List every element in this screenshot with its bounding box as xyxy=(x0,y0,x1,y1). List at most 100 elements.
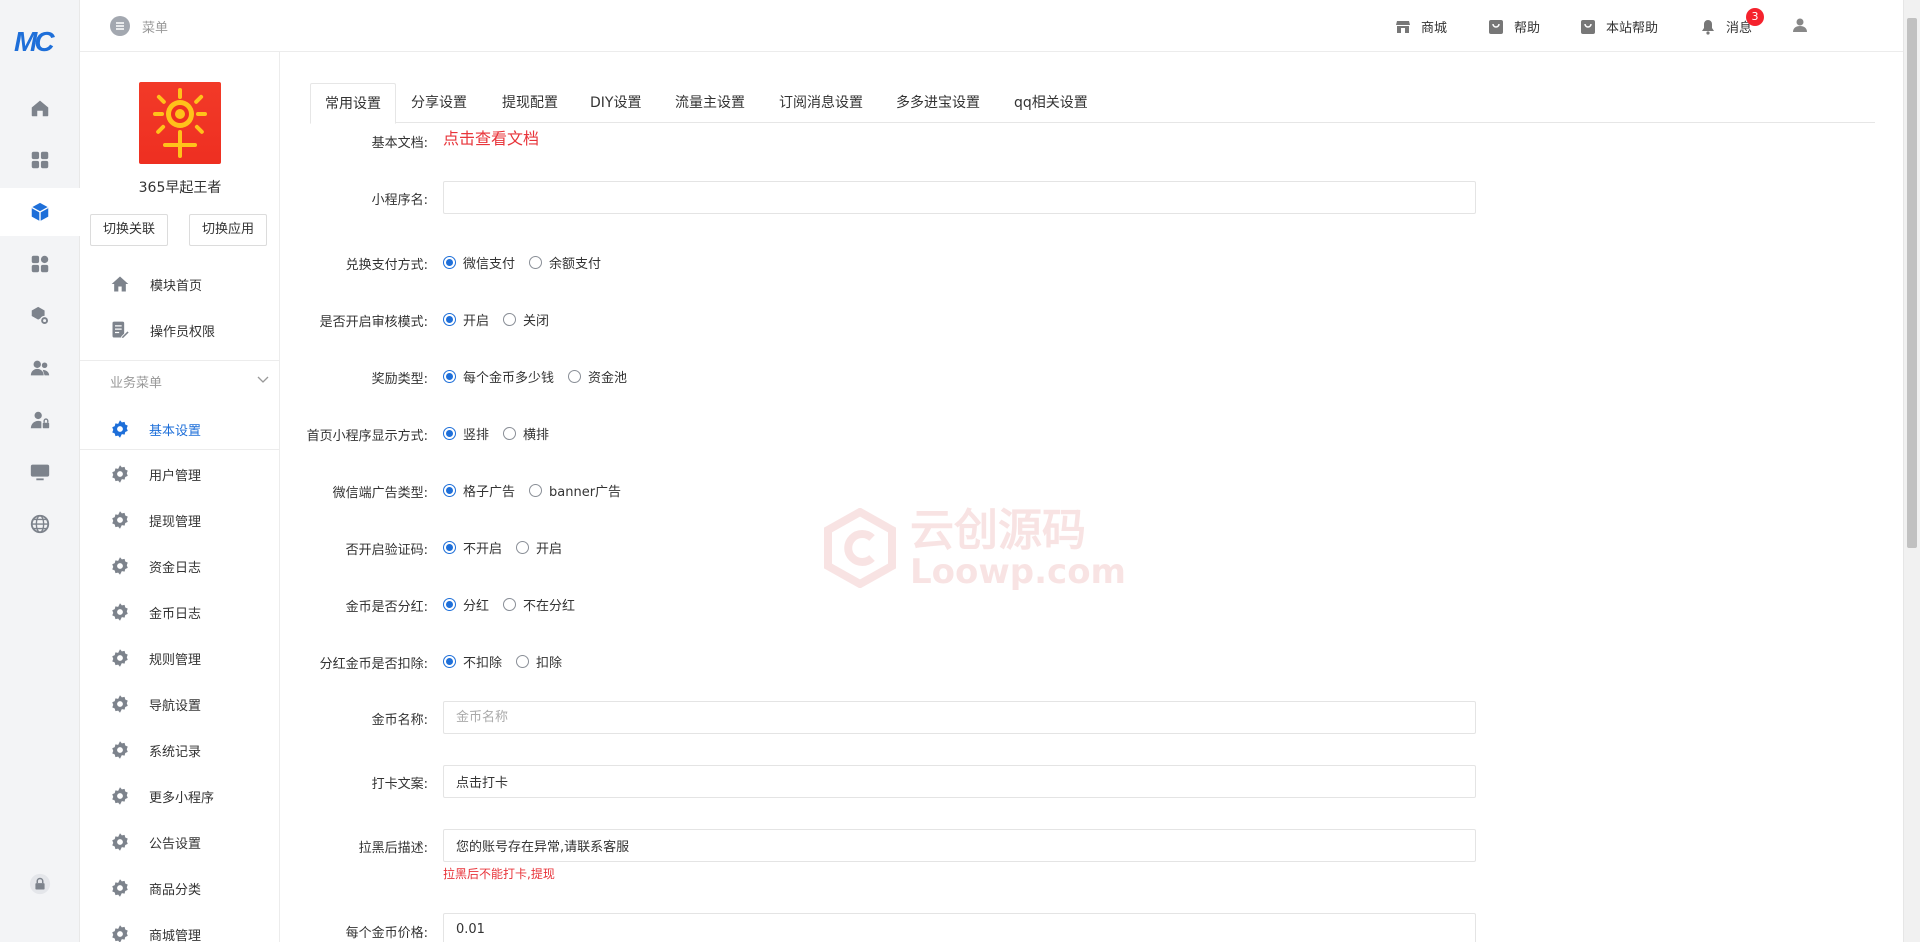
radio-option[interactable]: 不开启 xyxy=(443,538,502,557)
rail-home-icon[interactable] xyxy=(0,84,80,132)
app-name: 365早起王者 xyxy=(138,180,222,196)
radio-option[interactable]: 关闭 xyxy=(503,310,549,329)
bag-icon xyxy=(1489,19,1503,34)
radio-option-label: 竖排 xyxy=(463,428,490,443)
tab-diy-settings[interactable]: DIY设置 xyxy=(576,83,655,123)
coin-name-input[interactable] xyxy=(443,701,1476,734)
radio-option[interactable]: 资金池 xyxy=(568,367,627,386)
radio-option[interactable]: 余额支付 xyxy=(529,253,601,272)
header-link-help[interactable]: 帮助 xyxy=(1488,17,1540,36)
sidebar-item-nav-settings[interactable]: 导航设置 xyxy=(80,682,279,726)
watermark-cn: 云创源码 xyxy=(910,505,1086,556)
messages-label-wrap: 消息 3 xyxy=(1726,8,1765,36)
radio-option[interactable]: 开启 xyxy=(516,538,562,557)
sidebar-link-label: 模块首页 xyxy=(150,278,203,294)
icon-rail: MC xyxy=(0,0,80,942)
rail-globe-icon[interactable] xyxy=(0,500,80,548)
miniapp-name-label: 小程序名: xyxy=(371,193,428,208)
brand-logo[interactable]: MC xyxy=(14,26,64,58)
sidebar-item-more-miniapps[interactable]: 更多小程序 xyxy=(80,774,279,818)
radio-dot xyxy=(516,655,530,668)
header-link-label: 商城 xyxy=(1421,21,1448,36)
tab-common-settings[interactable]: 常用设置 xyxy=(310,83,396,124)
header-link-site-help[interactable]: 本站帮助 xyxy=(1580,17,1658,36)
gear-icon xyxy=(112,925,128,942)
user-menu-button[interactable] xyxy=(1792,17,1818,33)
scrollbar-thumb[interactable] xyxy=(1907,18,1917,548)
radio-dot xyxy=(443,313,456,326)
gear-icon xyxy=(112,741,128,759)
radio-option[interactable]: 扣除 xyxy=(516,652,562,671)
sidebar-item-label: 系统记录 xyxy=(149,744,202,760)
sidebar-item-mall-management[interactable]: 商城管理 xyxy=(80,912,279,942)
radio-row-label: 否开启验证码: xyxy=(345,543,428,558)
switch-app-button[interactable]: 切换应用 xyxy=(189,214,268,246)
sidebar-item-coin-log[interactable]: 金币日志 xyxy=(80,590,279,634)
header-link-label: 本站帮助 xyxy=(1606,21,1659,36)
blacklist-hint: 拉黑后不能打卡,提现 xyxy=(443,867,555,881)
checkin-text-label: 打卡文案: xyxy=(371,777,428,792)
switch-link-button[interactable]: 切换关联 xyxy=(90,214,169,246)
bag-icon xyxy=(1581,19,1595,34)
tab-subscription-settings[interactable]: 订阅消息设置 xyxy=(765,83,877,123)
rail-grid-icon[interactable] xyxy=(0,136,80,184)
radio-option[interactable]: 开启 xyxy=(443,310,489,329)
radio-option[interactable]: 微信支付 xyxy=(443,253,515,272)
watermark-logo-icon xyxy=(824,508,896,588)
header-link-store[interactable]: 商城 xyxy=(1395,17,1447,36)
payment-method-radio-group: 微信支付 余额支付 xyxy=(443,253,615,272)
radio-option[interactable]: 不扣除 xyxy=(443,652,502,671)
radio-option-label: 资金池 xyxy=(588,371,628,386)
radio-option[interactable]: 不在分红 xyxy=(503,595,575,614)
checkin-text-input[interactable] xyxy=(443,765,1476,798)
rail-user-lock-icon[interactable] xyxy=(0,396,80,444)
sidebar-item-basic-settings[interactable]: 基本设置 xyxy=(80,407,279,451)
menu-list-icon xyxy=(110,16,130,36)
view-doc-link[interactable]: 点击查看文档 xyxy=(443,125,539,149)
radio-option[interactable]: 竖排 xyxy=(443,424,489,443)
sidebar-item-rule-management[interactable]: 规则管理 xyxy=(80,636,279,680)
tab-traffic-settings[interactable]: 流量主设置 xyxy=(661,83,759,123)
gear-icon xyxy=(112,557,128,575)
header-link-label: 帮助 xyxy=(1514,21,1541,36)
header-link-messages[interactable]: 消息 3 xyxy=(1700,8,1765,36)
lock-icon[interactable] xyxy=(0,860,80,908)
coin-price-input[interactable] xyxy=(443,913,1476,942)
sidebar-item-label: 金币日志 xyxy=(149,606,202,622)
radio-option[interactable]: 每个金币多少钱 xyxy=(443,367,554,386)
sidebar-item-fund-log[interactable]: 资金日志 xyxy=(80,544,279,588)
rail-package-settings-icon[interactable] xyxy=(0,292,80,340)
gear-icon xyxy=(112,420,128,438)
tab-qq-settings[interactable]: qq相关设置 xyxy=(1000,83,1102,123)
radio-dot xyxy=(516,541,530,554)
radio-option-label: 微信支付 xyxy=(463,257,516,272)
sidebar-item-user-management[interactable]: 用户管理 xyxy=(80,452,279,496)
store-icon xyxy=(1396,20,1410,33)
rail-monitor-icon[interactable] xyxy=(0,448,80,496)
menu-toggle-button[interactable]: 菜单 xyxy=(110,16,168,36)
radio-option[interactable]: 横排 xyxy=(503,424,549,443)
chevron-down-icon[interactable] xyxy=(256,372,270,386)
radio-option[interactable]: 格子广告 xyxy=(443,481,515,500)
sidebar-item-withdraw-management[interactable]: 提现管理 xyxy=(80,498,279,542)
sidebar-item-product-category[interactable]: 商品分类 xyxy=(80,866,279,910)
watermark: 云创源码 Loowp.com xyxy=(820,507,1126,589)
rail-apps-icon[interactable] xyxy=(0,240,80,288)
tab-duoduo-settings[interactable]: 多多进宝设置 xyxy=(882,83,994,123)
radio-option[interactable]: banner广告 xyxy=(529,481,621,500)
blacklist-description-input[interactable] xyxy=(443,829,1476,862)
rail-cube-icon[interactable] xyxy=(0,188,80,236)
miniapp-name-input[interactable] xyxy=(443,181,1476,214)
tab-share-settings[interactable]: 分享设置 xyxy=(397,83,481,123)
section-divider xyxy=(80,360,279,361)
sidebar-link-operator-permissions[interactable]: 操作员权限 xyxy=(80,310,279,350)
radio-option[interactable]: 分红 xyxy=(443,595,489,614)
page-scrollbar[interactable] xyxy=(1903,0,1920,942)
tab-withdraw-config[interactable]: 提现配置 xyxy=(488,83,572,123)
rail-users-icon[interactable] xyxy=(0,344,80,392)
radio-option-label: 扣除 xyxy=(536,656,563,671)
sidebar-item-announcement-settings[interactable]: 公告设置 xyxy=(80,820,279,864)
sidebar-link-module-home[interactable]: 模块首页 xyxy=(80,264,279,304)
sidebar-item-system-records[interactable]: 系统记录 xyxy=(80,728,279,772)
radio-option-label: 关闭 xyxy=(523,314,550,329)
